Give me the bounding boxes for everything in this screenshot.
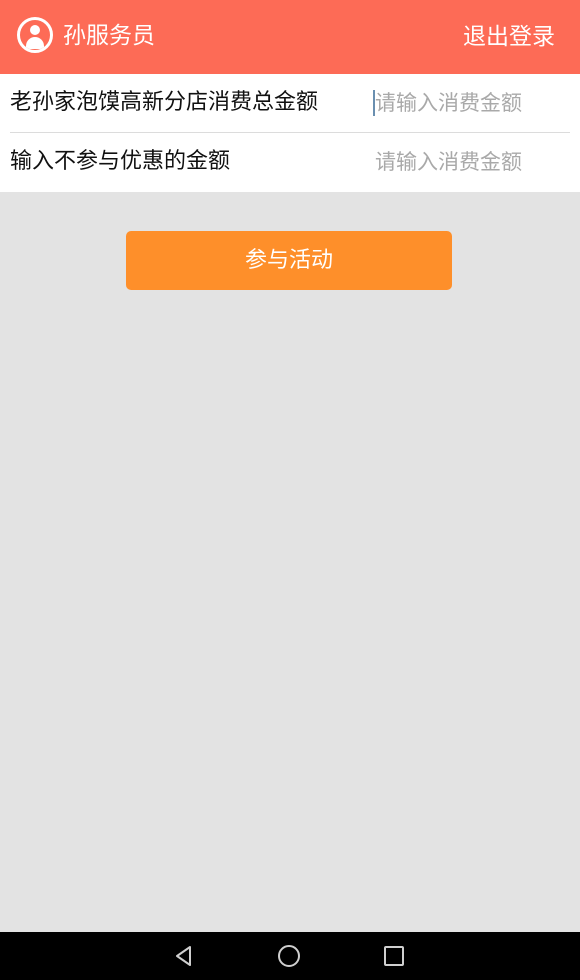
app-header: 孙服务员 退出登录 [0,0,580,74]
home-circle-icon[interactable] [273,940,305,972]
total-amount-label: 老孙家泡馍高新分店消费总金额 [10,90,319,115]
excluded-amount-label: 输入不参与优惠的金额 [10,149,231,174]
total-amount-input[interactable] [372,87,570,119]
back-triangle-icon[interactable] [168,940,200,972]
excluded-amount-input[interactable] [372,146,570,178]
recent-apps-square-icon[interactable] [378,940,410,972]
excluded-amount-row: 输入不参与优惠的金额 [0,133,580,192]
avatar-head-shape [30,25,40,35]
amount-form: 老孙家泡馍高新分店消费总金额 输入不参与优惠的金额 [0,74,580,192]
text-cursor [373,90,375,116]
join-activity-button[interactable]: 参与活动 [126,231,452,290]
system-navigation-bar [0,932,580,980]
avatar-shoulders-shape [26,37,44,49]
user-name: 孙服务员 [63,23,155,49]
total-amount-row: 老孙家泡馍高新分店消费总金额 [0,74,580,133]
logout-button[interactable]: 退出登录 [463,21,555,53]
user-avatar-icon[interactable] [17,17,53,53]
